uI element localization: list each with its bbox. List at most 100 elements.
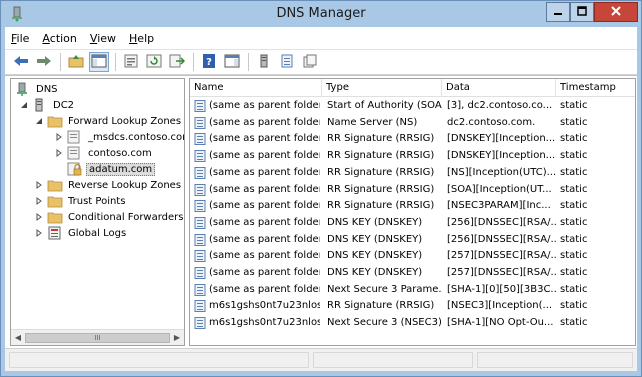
tree-item-contoso-com[interactable]: contoso.com (54, 145, 154, 161)
table-row[interactable]: (same as parent folder) Start of Authorit… (190, 98, 635, 114)
tree-item-global-logs[interactable]: Global Logs (34, 225, 128, 241)
record-name: (same as parent folder) (209, 267, 320, 278)
record-type: RR Signature (RRSIG) (327, 166, 435, 178)
server-button[interactable] (254, 52, 274, 72)
record-type: RR Signature (RRSIG) (327, 150, 435, 162)
collapsed-arrow-icon[interactable] (34, 212, 44, 222)
table-row[interactable]: (same as parent folder) Next Secure 3 Par… (190, 282, 635, 298)
table-row[interactable]: (same as parent folder) DNS KEY (DNSKEY) [… (190, 265, 635, 281)
back-button[interactable] (11, 52, 31, 72)
zone-records-button[interactable] (300, 52, 320, 72)
record-type: DNS KEY (DNSKEY) (327, 250, 423, 262)
export-list-icon (169, 54, 186, 71)
record-icon (194, 100, 206, 112)
record-icon (194, 133, 206, 146)
collapsed-arrow-icon[interactable] (34, 180, 44, 190)
tree-item-adatum-com[interactable]: adatum.com (67, 161, 156, 177)
collapsed-arrow-icon[interactable] (34, 228, 44, 238)
show-hide-console-tree-button[interactable] (89, 52, 109, 72)
forward-button[interactable] (34, 52, 54, 72)
scroll-left-arrow-icon[interactable]: ◀ (13, 333, 23, 343)
records-list: Name Type Data Timestamp (same as parent… (189, 78, 636, 346)
help-button[interactable]: ? (199, 52, 219, 72)
up-folder-button[interactable] (66, 52, 86, 72)
collapsed-arrow-icon[interactable] (54, 132, 64, 142)
record-name: (same as parent folder) (209, 200, 320, 212)
record-name-cell: (same as parent folder) (194, 232, 320, 248)
scroll-thumb[interactable]: III (25, 333, 170, 343)
record-data: [DNSKEY][Inception... (447, 133, 556, 145)
export-list-button[interactable] (167, 52, 187, 72)
tree-item-trust-points[interactable]: Trust Points (34, 193, 127, 209)
window-title: DNS Manager (276, 6, 366, 21)
record-name-cell: (same as parent folder) (194, 182, 320, 198)
record-timestamp: static (560, 200, 588, 212)
record-icon (194, 300, 206, 313)
expanded-arrow-icon[interactable] (34, 116, 44, 126)
record-name: (same as parent folder) (209, 133, 320, 145)
tree-item-dc2[interactable]: DC2 (19, 97, 76, 113)
table-row[interactable]: (same as parent folder) DNS KEY (DNSKEY) [… (190, 248, 635, 264)
table-row[interactable]: (same as parent folder) DNS KEY (DNSKEY) [… (190, 215, 635, 231)
refresh-icon (146, 54, 162, 71)
minimize-button[interactable] (546, 2, 570, 22)
table-row[interactable]: (same as parent folder) RR Signature (RRS… (190, 165, 635, 181)
collapsed-arrow-icon[interactable] (34, 196, 44, 206)
record-data: [257][DNSSEC][RSA/... (447, 250, 557, 262)
refresh-button[interactable] (144, 52, 164, 72)
column-header-type[interactable]: Type (322, 79, 442, 97)
tree-item-reverse-lookup-zones[interactable]: Reverse Lookup Zones (34, 177, 183, 193)
record-name: (same as parent folder) (209, 116, 320, 128)
record-name: (same as parent folder) (209, 150, 320, 162)
collapsed-arrow-icon[interactable] (54, 148, 64, 158)
record-name-cell: (same as parent folder) (194, 248, 320, 264)
maximize-button[interactable] (570, 2, 594, 22)
table-row[interactable]: (same as parent folder) RR Signature (RRS… (190, 131, 635, 147)
properties-button[interactable] (121, 52, 141, 72)
record-data: [SHA-1][NO Opt-Ou... (447, 317, 554, 329)
maximize-icon (577, 5, 587, 19)
table-row[interactable]: m6s1gshs0nt7u23nlos... Next Secure 3 (NSE… (190, 315, 635, 331)
console-tree: DNS DC2 Forward Lookup Zones _msdcs.cont… (10, 78, 185, 346)
record-timestamp: static (560, 300, 588, 312)
record-name: (same as parent folder) (209, 233, 320, 245)
record-timestamp: static (560, 166, 588, 178)
tree-item-msdcs-contoso-com[interactable]: _msdcs.contoso.com (54, 129, 184, 145)
column-header-timestamp[interactable]: Timestamp (556, 79, 635, 97)
tree-horizontal-scrollbar[interactable]: ◀ III ▶ (11, 329, 184, 345)
record-timestamp: static (560, 233, 588, 245)
show-hide-action-pane-button[interactable] (222, 52, 242, 72)
table-row[interactable]: (same as parent folder) RR Signature (RRS… (190, 198, 635, 214)
title-bar[interactable]: DNS Manager (1, 1, 641, 27)
column-header-data[interactable]: Data (442, 79, 556, 97)
table-row[interactable]: (same as parent folder) RR Signature (RRS… (190, 182, 635, 198)
records-button[interactable] (277, 52, 297, 72)
server-icon (32, 98, 48, 112)
menu-action[interactable]: Action (42, 32, 76, 45)
menu-help[interactable]: Help (129, 32, 154, 45)
table-row[interactable]: m6s1gshs0nt7u23nlos... RR Signature (RRSI… (190, 298, 635, 314)
record-type: RR Signature (RRSIG) (327, 183, 435, 195)
scroll-right-arrow-icon[interactable]: ▶ (172, 333, 182, 343)
toolbar-separator (193, 53, 194, 71)
close-button[interactable] (594, 2, 638, 22)
tree-item-conditional-forwarders[interactable]: Conditional Forwarders (34, 209, 184, 225)
record-name: m6s1gshs0nt7u23nlos... (209, 317, 320, 329)
menu-bar: File Action View Help (5, 27, 637, 49)
expanded-arrow-icon[interactable] (19, 100, 29, 110)
menu-view[interactable]: View (90, 32, 116, 45)
record-data: [3], dc2.contoso.co... (447, 100, 553, 111)
tree-item-dns[interactable]: DNS (15, 81, 60, 97)
event-log-icon (47, 226, 63, 240)
up-folder-icon (68, 54, 84, 71)
server-icon (256, 54, 272, 71)
table-row[interactable]: (same as parent folder) Name Server (NS) d… (190, 115, 635, 131)
table-row[interactable]: (same as parent folder) DNS KEY (DNSKEY) [… (190, 232, 635, 248)
record-name: (same as parent folder) (209, 216, 320, 228)
tree-item-forward-lookup-zones[interactable]: Forward Lookup Zones (34, 113, 183, 129)
table-row[interactable]: (same as parent folder) RR Signature (RRS… (190, 148, 635, 164)
menu-file[interactable]: File (11, 32, 29, 45)
column-header-name[interactable]: Name (190, 79, 322, 97)
record-timestamp: static (560, 100, 588, 111)
record-data: [256][DNSSEC][RSA/... (447, 233, 557, 245)
